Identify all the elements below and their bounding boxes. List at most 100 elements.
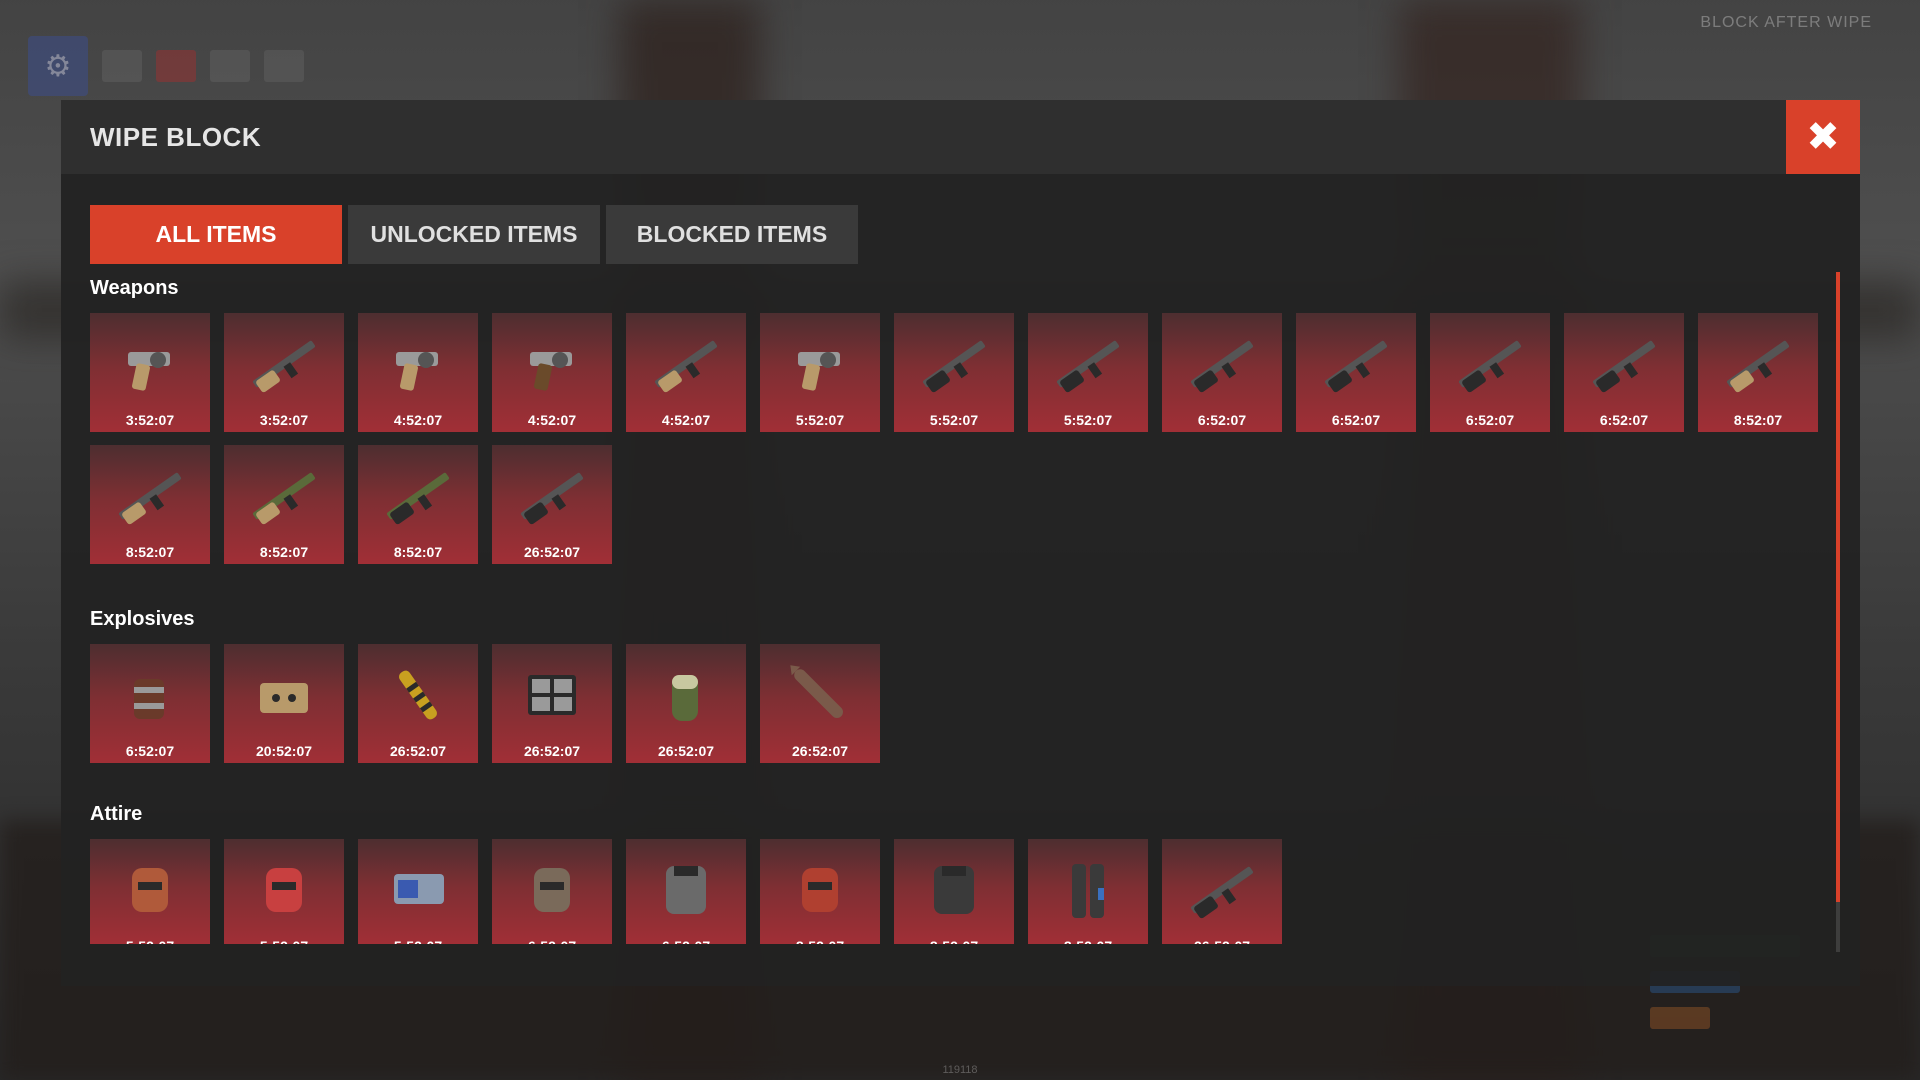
- item-timer: 6:52:07: [492, 938, 612, 944]
- item-timer: 6:52:07: [1465, 412, 1515, 428]
- item-timer: 3:52:07: [259, 412, 309, 428]
- hud-slot: [156, 50, 196, 82]
- item-timer: 5:52:07: [90, 938, 210, 944]
- item-timer: 5:52:07: [929, 412, 979, 428]
- item-tile[interactable]: 4:52:07: [626, 313, 746, 432]
- item-tile[interactable]: 6:52:07: [626, 839, 746, 944]
- item-tile[interactable]: 5:52:07: [90, 839, 210, 944]
- item-tile[interactable]: 8:52:07: [1028, 839, 1148, 944]
- custom-smg-icon: [1028, 323, 1148, 405]
- item-tile[interactable]: 3:52:07: [90, 313, 210, 432]
- wipe-block-modal: WIPE BLOCK ✖ ALL ITEMS UNLOCKED ITEMS BL…: [61, 100, 1860, 986]
- mp5-icon: [1296, 323, 1416, 405]
- item-tile[interactable]: 6:52:07: [1162, 313, 1282, 432]
- item-tile[interactable]: 6:52:07: [1296, 313, 1416, 432]
- item-tile[interactable]: 26:52:07: [492, 445, 612, 564]
- item-tile[interactable]: 20:52:07: [224, 644, 344, 763]
- item-tile[interactable]: 3:52:07: [224, 313, 344, 432]
- item-timer: 26:52:07: [389, 743, 447, 759]
- tab-all-items[interactable]: ALL ITEMS: [90, 205, 342, 264]
- scrollbar[interactable]: [1836, 272, 1840, 952]
- item-timer: 26:52:07: [791, 743, 849, 759]
- item-timer: 5:52:07: [224, 938, 344, 944]
- l96-rifle-icon: [358, 455, 478, 537]
- item-timer: 8:52:07: [259, 544, 309, 560]
- item-tile[interactable]: 5:52:07: [224, 839, 344, 944]
- tab-unlocked-items[interactable]: UNLOCKED ITEMS: [348, 205, 600, 264]
- rocket-icon: [760, 654, 880, 736]
- item-tile[interactable]: 6:52:07: [1430, 313, 1550, 432]
- item-timer: 6:52:07: [125, 743, 175, 759]
- gear-icon: ⚙: [28, 36, 88, 96]
- item-tile[interactable]: 5:52:07: [894, 313, 1014, 432]
- item-tile[interactable]: 26:52:07: [492, 644, 612, 763]
- item-tile[interactable]: 6:52:07: [492, 839, 612, 944]
- riot-helmet-icon: [90, 849, 210, 931]
- footer-id: 119118: [942, 1064, 978, 1076]
- item-timer: 8:52:07: [125, 544, 175, 560]
- item-tile[interactable]: 5:52:07: [760, 313, 880, 432]
- item-tile[interactable]: 26:52:07: [358, 644, 478, 763]
- item-tile[interactable]: 26:52:07: [626, 644, 746, 763]
- thompson-icon: [1162, 323, 1282, 405]
- item-tile[interactable]: 5:52:07: [1028, 313, 1148, 432]
- item-timer: 6:52:07: [1599, 412, 1649, 428]
- item-tile[interactable]: 8:52:07: [894, 839, 1014, 944]
- item-tile[interactable]: 26:52:07: [760, 644, 880, 763]
- heavy-plate-helmet-icon: [760, 849, 880, 931]
- item-grid: 5:52:07 5:52:07 5:52:07 6:52:07 6:52:07 8:52:…: [90, 839, 1830, 944]
- bolt-rifle-icon: [224, 455, 344, 537]
- item-timer: 4:52:07: [527, 412, 577, 428]
- item-timer: 4:52:07: [661, 412, 711, 428]
- revolver-icon: [90, 323, 210, 405]
- item-tile[interactable]: 8:52:07: [90, 445, 210, 564]
- item-timer: 5:52:07: [795, 412, 845, 428]
- food-bar: [1650, 1007, 1710, 1029]
- item-tile[interactable]: 4:52:07: [492, 313, 612, 432]
- item-timer: 8:52:07: [1028, 938, 1148, 944]
- item-timer: 8:52:07: [1733, 412, 1783, 428]
- m39-rifle-icon: [90, 455, 210, 537]
- item-tile[interactable]: 8:52:07: [760, 839, 880, 944]
- heavy-plate-jacket-icon: [894, 849, 1014, 931]
- scrollbar-thumb[interactable]: [1836, 272, 1840, 902]
- close-icon: ✖: [1806, 115, 1840, 159]
- item-tile[interactable]: 8:52:07: [1698, 313, 1818, 432]
- item-tile[interactable]: 6:52:07: [1564, 313, 1684, 432]
- category-weapons: Weapons 3:52:07 3:52:07 4:52:07 4:52:07: [90, 277, 1830, 564]
- item-tile[interactable]: 8:52:07: [358, 445, 478, 564]
- roadsign-kilt-icon: [358, 849, 478, 931]
- m249-icon: [1162, 849, 1282, 931]
- category-attire: Attire 5:52:07 5:52:07 5:52:07 6:52:07 6:52:0…: [90, 803, 1830, 944]
- m249-icon: [492, 455, 612, 537]
- pump-shotgun-icon: [894, 323, 1014, 405]
- semi-auto-rifle-icon: [1430, 323, 1550, 405]
- semi-auto-pistol-icon: [358, 323, 478, 405]
- beancan-grenade-icon: [90, 654, 210, 736]
- grenade-launcher-shell-icon: [626, 654, 746, 736]
- item-timer: 20:52:07: [255, 743, 313, 759]
- double-barrel-shotgun-icon: [224, 323, 344, 405]
- item-tile[interactable]: 4:52:07: [358, 313, 478, 432]
- heavy-plate-pants-icon: [1028, 849, 1148, 931]
- hud-slot: [210, 50, 250, 82]
- python-revolver-icon: [492, 323, 612, 405]
- item-tile[interactable]: 8:52:07: [224, 445, 344, 564]
- explosive-ammo-icon: [358, 654, 478, 736]
- item-timer: 4:52:07: [393, 412, 443, 428]
- close-button[interactable]: ✖: [1786, 100, 1860, 174]
- items-scroll-area[interactable]: Weapons 3:52:07 3:52:07 4:52:07 4:52:07: [90, 275, 1830, 955]
- item-timer: 26:52:07: [1162, 938, 1282, 944]
- tab-blocked-items[interactable]: BLOCKED ITEMS: [606, 205, 858, 264]
- item-timer: 26:52:07: [523, 544, 581, 560]
- hud-top-right-text: BLOCK AFTER WIPE: [1700, 14, 1872, 31]
- item-tile[interactable]: 6:52:07: [90, 644, 210, 763]
- hud-slot: [264, 50, 304, 82]
- item-timer: 8:52:07: [760, 938, 880, 944]
- item-tile[interactable]: 26:52:07: [1162, 839, 1282, 944]
- item-timer: 26:52:07: [657, 743, 715, 759]
- hud-top-left: ⚙: [28, 36, 304, 96]
- item-timer: 8:52:07: [393, 544, 443, 560]
- item-tile[interactable]: 5:52:07: [358, 839, 478, 944]
- coffee-can-helmet-icon: [224, 849, 344, 931]
